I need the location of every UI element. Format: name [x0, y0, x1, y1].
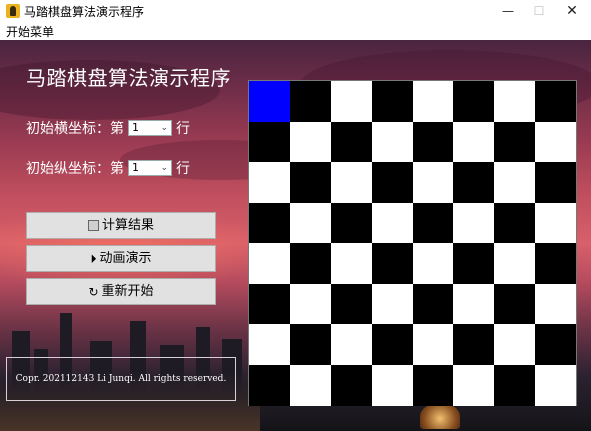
board-cell[interactable] — [330, 324, 372, 365]
board-cell[interactable] — [371, 243, 413, 284]
board-cell[interactable] — [330, 162, 372, 203]
chevron-down-icon: ⌄ — [160, 123, 168, 133]
y-coordinate-select[interactable]: 1 ⌄ — [128, 160, 172, 176]
x-coordinate-row: 初始横坐标：第 1 ⌄ 行 — [26, 118, 190, 138]
compute-button[interactable]: 计算结果 — [26, 212, 216, 239]
board-cell[interactable] — [289, 324, 331, 365]
board-cell[interactable] — [535, 202, 577, 244]
board-cell[interactable] — [494, 202, 536, 244]
app-window: 马踏棋盘算法演示程序 — ☐ ✕ 开始菜单 马踏棋盘算法演示程序 初始横坐标：第… — [0, 0, 591, 431]
page-title: 马踏棋盘算法演示程序 — [26, 66, 231, 90]
x-coordinate-value: 1 — [132, 121, 139, 134]
board-cell[interactable] — [453, 324, 495, 365]
board-cell[interactable] — [453, 81, 495, 122]
board-cell[interactable] — [412, 283, 454, 325]
board-cell[interactable] — [494, 324, 536, 365]
animate-button-label: 动画演示 — [99, 251, 152, 266]
board-cell[interactable] — [453, 243, 495, 284]
board-cell[interactable] — [249, 243, 290, 284]
menu-item-start[interactable]: 开始菜单 — [6, 23, 54, 40]
board-cell[interactable] — [412, 202, 454, 244]
board-cell[interactable] — [289, 243, 331, 284]
board-cell[interactable] — [249, 324, 290, 365]
x-coordinate-suffix: 行 — [176, 121, 190, 137]
board-cell[interactable] — [535, 364, 577, 406]
board-cell[interactable] — [494, 364, 536, 406]
y-coordinate-value: 1 — [132, 161, 139, 174]
board-cell[interactable] — [412, 324, 454, 365]
close-icon[interactable]: ✕ — [555, 0, 589, 22]
chess-knight-icon — [6, 4, 20, 18]
board-cell[interactable] — [412, 243, 454, 284]
chevron-down-icon: ⌄ — [160, 163, 168, 173]
board-cell[interactable] — [412, 162, 454, 203]
board-cell[interactable] — [494, 121, 536, 163]
board-cell[interactable] — [371, 162, 413, 203]
maximize-icon[interactable]: ☐ — [522, 0, 556, 22]
board-cell[interactable] — [249, 162, 290, 203]
window-title: 马踏棋盘算法演示程序 — [24, 5, 145, 19]
board-cell[interactable] — [330, 121, 372, 163]
board-cell[interactable] — [494, 243, 536, 284]
board-cell[interactable] — [330, 202, 372, 244]
board-cell[interactable] — [494, 81, 536, 122]
board-cell[interactable] — [330, 243, 372, 284]
board-cell[interactable] — [535, 324, 577, 365]
board-cell[interactable] — [412, 364, 454, 406]
board-cell[interactable] — [289, 283, 331, 325]
y-coordinate-label: 初始纵坐标：第 — [26, 161, 124, 177]
board-cell[interactable] — [535, 243, 577, 284]
board-cell[interactable] — [289, 162, 331, 203]
minimize-icon[interactable]: — — [491, 0, 525, 22]
board-cell[interactable] — [249, 283, 290, 325]
board-cell[interactable] — [412, 81, 454, 122]
board-cell[interactable] — [453, 364, 495, 406]
restart-button[interactable]: ↻ 重新开始 — [26, 278, 216, 305]
board-cell[interactable] — [535, 162, 577, 203]
board-cell[interactable] — [249, 81, 290, 122]
board-cell[interactable] — [371, 364, 413, 406]
board-cell[interactable] — [535, 81, 577, 122]
board-cell[interactable] — [453, 283, 495, 325]
board-cell[interactable] — [412, 121, 454, 163]
board-cell[interactable] — [330, 364, 372, 406]
board-cell[interactable] — [371, 121, 413, 163]
copyright-notice: Copr. 202112143 Li Junqi. All rights res… — [6, 357, 236, 401]
board-cell[interactable] — [535, 283, 577, 325]
board-cell[interactable] — [249, 121, 290, 163]
calculator-icon — [87, 220, 99, 231]
board-cell[interactable] — [453, 202, 495, 244]
board-cell[interactable] — [371, 81, 413, 122]
board-cell[interactable] — [289, 364, 331, 406]
board-cell[interactable] — [494, 283, 536, 325]
restart-button-label: 重新开始 — [101, 284, 154, 299]
board-cell[interactable] — [535, 121, 577, 163]
compute-button-label: 计算结果 — [101, 218, 154, 233]
menu-bar: 开始菜单 — [0, 22, 591, 41]
board-cell[interactable] — [371, 202, 413, 244]
board-cell[interactable] — [249, 202, 290, 244]
x-coordinate-label: 初始横坐标：第 — [26, 121, 124, 137]
chess-board — [248, 80, 577, 406]
board-cell[interactable] — [453, 121, 495, 163]
animate-button[interactable]: ⏵ 动画演示 — [26, 245, 216, 272]
y-coordinate-suffix: 行 — [176, 161, 190, 177]
refresh-icon: ↻ — [88, 284, 99, 299]
board-cell[interactable] — [249, 364, 290, 406]
title-bar: 马踏棋盘算法演示程序 — ☐ ✕ — [0, 0, 591, 22]
board-cell[interactable] — [494, 162, 536, 203]
board-cell[interactable] — [289, 121, 331, 163]
x-coordinate-select[interactable]: 1 ⌄ — [128, 120, 172, 136]
board-cell[interactable] — [371, 324, 413, 365]
board-cell[interactable] — [330, 283, 372, 325]
board-cell[interactable] — [289, 202, 331, 244]
y-coordinate-row: 初始纵坐标：第 1 ⌄ 行 — [26, 158, 190, 178]
board-cell[interactable] — [453, 162, 495, 203]
board-cell[interactable] — [371, 283, 413, 325]
board-cell[interactable] — [289, 81, 331, 122]
board-cell[interactable] — [330, 81, 372, 122]
play-icon: ⏵ — [90, 251, 97, 266]
